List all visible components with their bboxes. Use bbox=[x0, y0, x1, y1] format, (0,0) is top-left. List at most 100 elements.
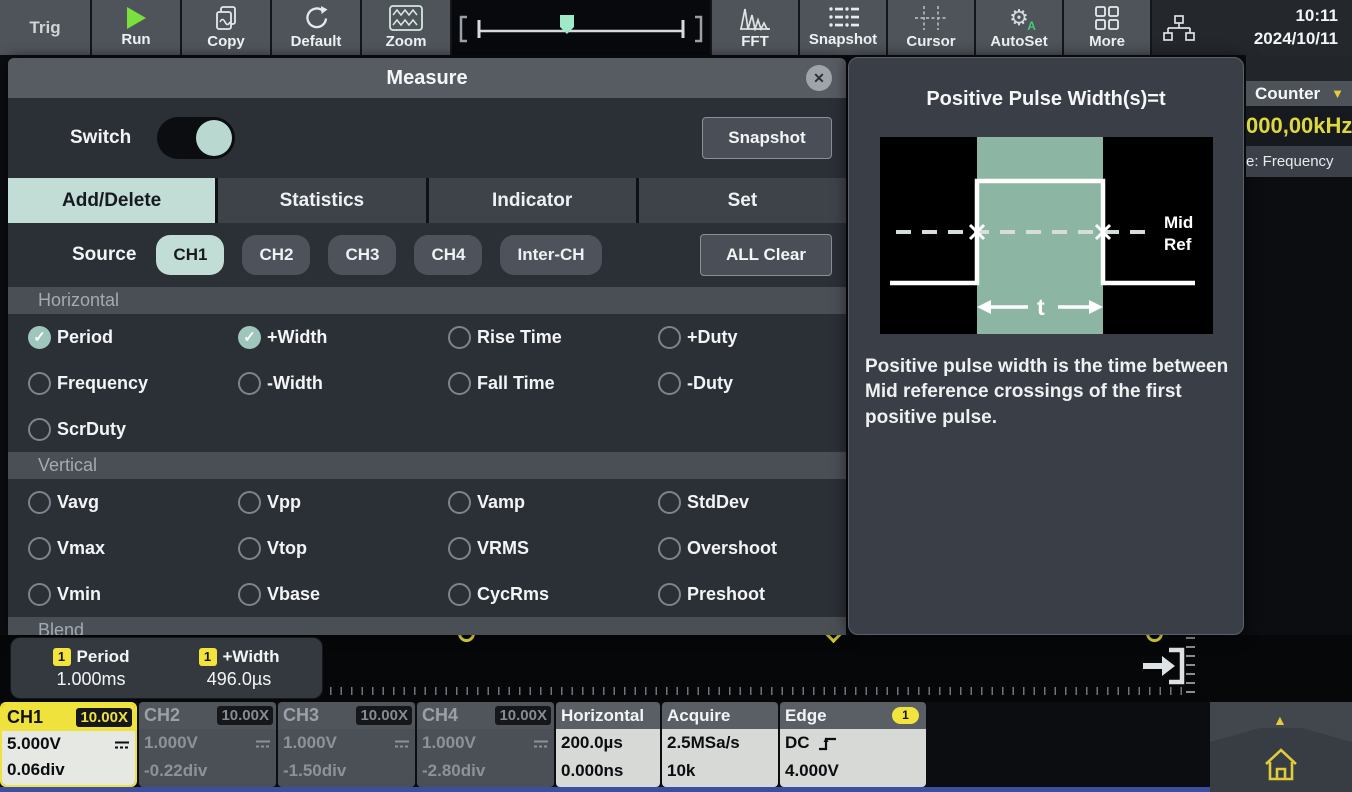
option-label: Vtop bbox=[267, 538, 307, 559]
measure-option-scrduty[interactable]: ScrDuty bbox=[28, 406, 238, 452]
copy-label: Copy bbox=[207, 33, 245, 50]
tab-indicator[interactable]: Indicator bbox=[429, 178, 636, 223]
checkbox-icon bbox=[658, 583, 681, 606]
checkbox-checked-icon: ✓ bbox=[238, 326, 261, 349]
network-icon[interactable] bbox=[1162, 13, 1196, 43]
measurement-period[interactable]: 1 Period 1.000ms bbox=[17, 642, 165, 694]
measure-option-stddev[interactable]: StdDev bbox=[658, 479, 846, 525]
option-label: Period bbox=[57, 327, 113, 348]
measure-option-vrms[interactable]: VRMS bbox=[448, 525, 658, 571]
checkbox-icon bbox=[28, 491, 51, 514]
measure-option-rise-time[interactable]: Rise Time bbox=[448, 314, 658, 360]
counter-title: Counter bbox=[1255, 84, 1320, 104]
channel4-status[interactable]: CH4 10.00X 1.000V -2.80div bbox=[417, 702, 554, 787]
zoom-label: Zoom bbox=[386, 33, 427, 50]
measurement-pwidth[interactable]: 1 +Width 496.0µs bbox=[165, 642, 313, 694]
checkbox-icon bbox=[238, 372, 261, 395]
default-button[interactable]: Default bbox=[272, 0, 360, 55]
copy-button[interactable]: Copy bbox=[182, 0, 270, 55]
dc-coupling-icon bbox=[114, 740, 130, 750]
channel-scale: 1.000V bbox=[422, 734, 476, 753]
run-label: Run bbox=[121, 31, 150, 48]
cursor-button[interactable]: Cursor bbox=[888, 0, 974, 55]
more-button[interactable]: More bbox=[1064, 0, 1150, 55]
dialog-title: Measure bbox=[386, 67, 467, 90]
close-icon: ✕ bbox=[813, 70, 825, 87]
channel-name: CH2 bbox=[144, 705, 180, 726]
timebase-value: 200.0µs bbox=[561, 734, 623, 753]
home-button[interactable] bbox=[1261, 744, 1301, 786]
cursor-crosshair-icon bbox=[915, 5, 947, 31]
channel1-status[interactable]: CH1 10.00X 5.000V 0.06div bbox=[0, 702, 137, 787]
measure-option-pwidth[interactable]: ✓ +Width bbox=[238, 314, 448, 360]
blend-section-header: Blend bbox=[8, 617, 846, 635]
channel-name: CH1 bbox=[7, 707, 43, 728]
checkbox-icon bbox=[448, 537, 471, 560]
horizontal-status[interactable]: Horizontal 200.0µs 0.000ns bbox=[556, 702, 660, 787]
measure-tabs: Add/Delete Statistics Indicator Set bbox=[8, 178, 846, 223]
probe-ratio-badge: 10.00X bbox=[356, 706, 412, 725]
run-button[interactable]: Run bbox=[92, 0, 180, 55]
measure-option-period[interactable]: ✓ Period bbox=[28, 314, 238, 360]
measure-option-vbase[interactable]: Vbase bbox=[238, 571, 448, 617]
trigger-title: Edge bbox=[785, 706, 827, 726]
source-inter-ch[interactable]: Inter-CH bbox=[500, 235, 601, 275]
measure-option-pduty[interactable]: +Duty bbox=[658, 314, 846, 360]
source-ch3[interactable]: CH3 bbox=[328, 235, 396, 275]
measure-option-preshoot[interactable]: Preshoot bbox=[658, 571, 846, 617]
dc-coupling-icon bbox=[533, 739, 549, 749]
close-button[interactable]: ✕ bbox=[806, 65, 832, 91]
source-ch2[interactable]: CH2 bbox=[242, 235, 310, 275]
measure-option-vamp[interactable]: Vamp bbox=[448, 479, 658, 525]
tab-set[interactable]: Set bbox=[639, 178, 846, 223]
measure-option-vavg[interactable]: Vavg bbox=[28, 479, 238, 525]
measure-option-nwidth[interactable]: -Width bbox=[238, 360, 448, 406]
option-label: Vamp bbox=[477, 492, 525, 513]
counter-dropdown[interactable]: Counter ▼ bbox=[1246, 81, 1352, 106]
autoset-button[interactable]: ⚙ A AutoSet bbox=[976, 0, 1062, 55]
source-ch1[interactable]: CH1 bbox=[156, 235, 224, 275]
help-title: Positive Pulse Width(s)=t bbox=[849, 88, 1243, 111]
checkbox-icon bbox=[658, 537, 681, 560]
channel3-status[interactable]: CH3 10.00X 1.000V -1.50div bbox=[278, 702, 415, 787]
tab-statistics[interactable]: Statistics bbox=[218, 178, 425, 223]
checkbox-icon bbox=[28, 583, 51, 606]
measure-option-overshoot[interactable]: Overshoot bbox=[658, 525, 846, 571]
measure-option-vmax[interactable]: Vmax bbox=[28, 525, 238, 571]
zoom-button[interactable]: Zoom bbox=[362, 0, 450, 55]
sample-rate-value: 2.5MSa/s bbox=[667, 734, 740, 753]
measure-option-vpp[interactable]: Vpp bbox=[238, 479, 448, 525]
option-label: CycRms bbox=[477, 584, 549, 605]
timeline-position-widget[interactable] bbox=[452, 0, 710, 55]
channel-marker-icon bbox=[1146, 635, 1163, 642]
snapshot-button[interactable]: Snapshot bbox=[702, 117, 832, 159]
trig-button[interactable]: Trig bbox=[0, 0, 90, 55]
measure-option-vtop[interactable]: Vtop bbox=[238, 525, 448, 571]
tab-add-delete[interactable]: Add/Delete bbox=[8, 178, 215, 223]
more-grid-icon bbox=[1094, 5, 1120, 31]
trigger-position-indicator[interactable] bbox=[1136, 645, 1188, 692]
snapshot-toolbar-button[interactable]: Snapshot bbox=[800, 0, 886, 55]
measure-option-fall-time[interactable]: Fall Time bbox=[448, 360, 658, 406]
measure-option-nduty[interactable]: -Duty bbox=[658, 360, 846, 406]
trig-label: Trig bbox=[29, 18, 60, 38]
source-row: Source CH1 CH2 CH3 CH4 Inter-CH ALL Clea… bbox=[8, 223, 846, 287]
trigger-source-badge: 1 bbox=[892, 707, 919, 724]
measure-switch-toggle[interactable] bbox=[157, 117, 235, 159]
oscilloscope-screen: Trig Run Copy Default bbox=[0, 0, 1352, 792]
bottom-accent-strip bbox=[0, 787, 1210, 792]
option-label: Vpp bbox=[267, 492, 301, 513]
fft-button[interactable]: FFT bbox=[712, 0, 798, 55]
all-clear-button[interactable]: ALL Clear bbox=[700, 234, 832, 276]
measure-option-cycrms[interactable]: CycRms bbox=[448, 571, 658, 617]
measure-option-frequency[interactable]: Frequency bbox=[28, 360, 238, 406]
acquire-status[interactable]: Acquire 2.5MSa/s 10k bbox=[662, 702, 778, 787]
measure-option-vmin[interactable]: Vmin bbox=[28, 571, 238, 617]
channel2-status[interactable]: CH2 10.00X 1.000V -0.22div bbox=[139, 702, 276, 787]
horizontal-title: Horizontal bbox=[561, 706, 644, 726]
source-ch4[interactable]: CH4 bbox=[414, 235, 482, 275]
checkbox-checked-icon: ✓ bbox=[28, 326, 51, 349]
option-label: +Duty bbox=[687, 327, 738, 348]
trigger-status[interactable]: Edge 1 DC 4.000V bbox=[780, 702, 926, 787]
collapse-up-button[interactable]: ▲ bbox=[1273, 712, 1287, 728]
